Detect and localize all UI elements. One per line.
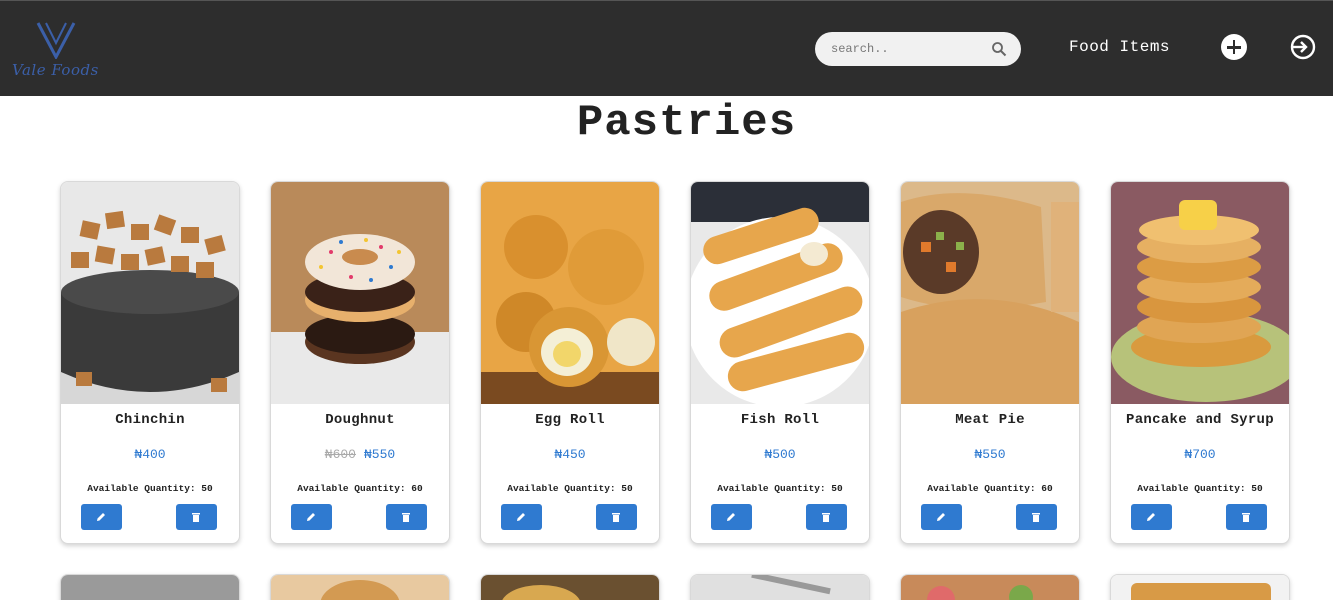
login-icon[interactable] xyxy=(1289,33,1317,61)
food-card: Fish Roll ₦500 Available Quantity: 50 xyxy=(690,181,870,544)
food-image xyxy=(61,575,239,600)
edit-icon xyxy=(307,513,315,521)
delete-button[interactable] xyxy=(596,504,637,530)
edit-icon xyxy=(97,513,105,521)
food-name: Doughnut xyxy=(325,412,395,428)
delete-icon xyxy=(402,513,410,522)
delete-button[interactable] xyxy=(1226,504,1267,530)
food-price: ₦700 xyxy=(1111,447,1289,462)
food-image xyxy=(481,182,659,404)
edit-button[interactable] xyxy=(711,504,752,530)
available-quantity: Available Quantity: 60 xyxy=(297,483,423,494)
food-price: ₦600 ₦550 xyxy=(271,447,449,462)
edit-button[interactable] xyxy=(501,504,542,530)
edit-icon xyxy=(937,513,945,521)
food-image xyxy=(61,182,239,404)
brand-text: Vale Foods xyxy=(12,61,99,79)
current-price: ₦550 xyxy=(974,447,1006,462)
add-icon[interactable] xyxy=(1221,34,1247,60)
delete-icon xyxy=(822,513,830,522)
food-image xyxy=(901,575,1079,600)
delete-icon xyxy=(1032,513,1040,522)
food-image xyxy=(691,182,869,404)
food-name: Chinchin xyxy=(115,412,185,428)
food-name: Pancake and Syrup xyxy=(1126,412,1274,428)
food-card xyxy=(480,574,660,600)
food-card xyxy=(60,574,240,600)
current-price: ₦450 xyxy=(554,447,586,462)
food-card xyxy=(1110,574,1290,600)
current-price: ₦700 xyxy=(1184,447,1216,462)
food-price: ₦500 xyxy=(691,447,869,462)
food-image xyxy=(481,575,659,600)
food-price: ₦450 xyxy=(481,447,659,462)
current-price: ₦400 xyxy=(134,447,166,462)
delete-button[interactable] xyxy=(1016,504,1057,530)
food-image xyxy=(1111,575,1289,600)
edit-icon xyxy=(727,513,735,521)
food-name: Fish Roll xyxy=(740,412,820,428)
delete-button[interactable] xyxy=(386,504,427,530)
food-price: ₦550 xyxy=(901,447,1079,462)
food-card xyxy=(270,574,450,600)
search-icon[interactable] xyxy=(991,41,1007,57)
food-image xyxy=(271,575,449,600)
edit-icon xyxy=(1147,513,1155,521)
food-image xyxy=(1111,182,1289,404)
old-price: ₦600 xyxy=(324,447,356,462)
brand-logo[interactable]: Vale Foods xyxy=(10,19,110,83)
available-quantity: Available Quantity: 50 xyxy=(717,483,843,494)
search-input[interactable] xyxy=(831,32,991,66)
edit-button[interactable] xyxy=(81,504,122,530)
available-quantity: Available Quantity: 50 xyxy=(1137,483,1263,494)
food-card xyxy=(900,574,1080,600)
food-card: Pancake and Syrup ₦700 Available Quantit… xyxy=(1110,181,1290,544)
food-price: ₦400 xyxy=(61,447,239,462)
available-quantity: Available Quantity: 60 xyxy=(927,483,1053,494)
available-quantity: Available Quantity: 50 xyxy=(87,483,213,494)
edit-icon xyxy=(517,513,525,521)
edit-button[interactable] xyxy=(291,504,332,530)
edit-button[interactable] xyxy=(1131,504,1172,530)
delete-button[interactable] xyxy=(806,504,847,530)
delete-button[interactable] xyxy=(176,504,217,530)
current-price: ₦500 xyxy=(764,447,796,462)
search-bar xyxy=(815,32,1021,66)
navbar: Vale Foods Food Items xyxy=(0,0,1333,96)
food-card xyxy=(690,574,870,600)
food-card: Doughnut ₦600 ₦550 Available Quantity: 60 xyxy=(270,181,450,544)
food-card: Egg Roll ₦450 Available Quantity: 50 xyxy=(480,181,660,544)
logo-mark xyxy=(36,22,76,59)
delete-icon xyxy=(192,513,200,522)
current-price: ₦550 xyxy=(364,447,396,462)
available-quantity: Available Quantity: 50 xyxy=(507,483,633,494)
food-card: Meat Pie ₦550 Available Quantity: 60 xyxy=(900,181,1080,544)
food-card: Chinchin ₦400 Available Quantity: 50 xyxy=(60,181,240,544)
food-name: Egg Roll xyxy=(535,412,605,428)
food-image xyxy=(271,182,449,404)
food-image xyxy=(901,182,1079,404)
page-title: Pastries xyxy=(576,98,797,148)
food-image xyxy=(691,575,869,600)
edit-button[interactable] xyxy=(921,504,962,530)
delete-icon xyxy=(1242,513,1250,522)
food-name: Meat Pie xyxy=(955,412,1025,428)
delete-icon xyxy=(612,513,620,522)
nav-food-items-link[interactable]: Food Items xyxy=(1069,38,1170,56)
